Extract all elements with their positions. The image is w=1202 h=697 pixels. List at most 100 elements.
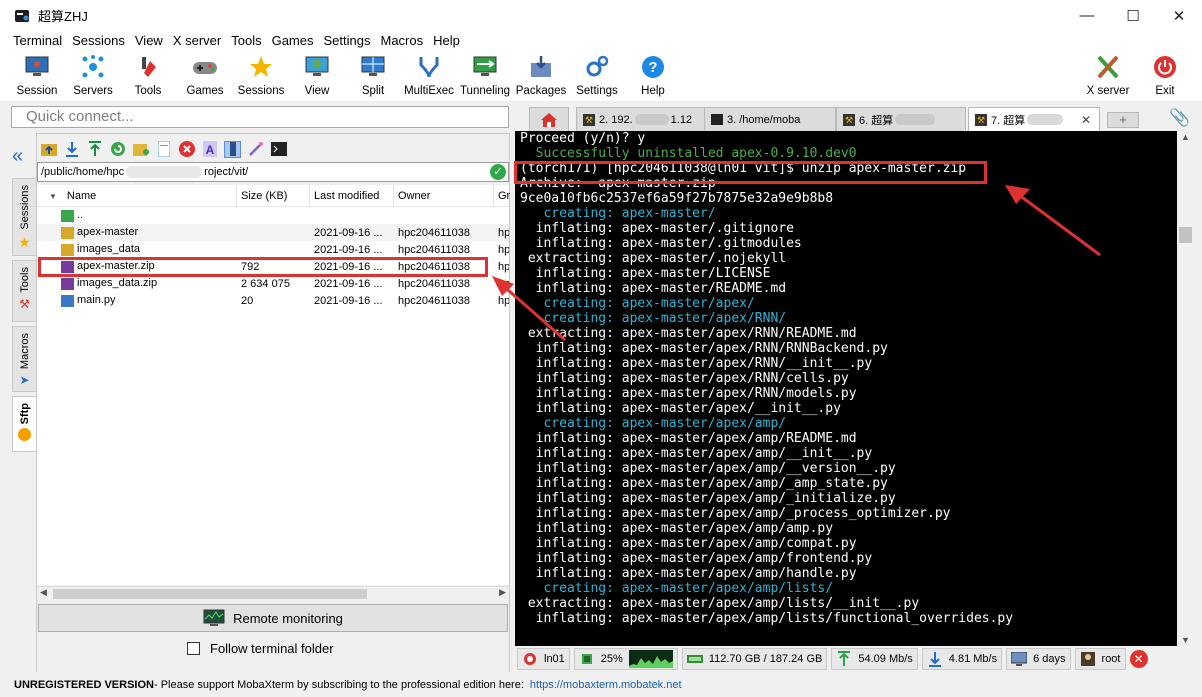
follow-folder-checkbox[interactable] bbox=[187, 642, 200, 655]
menu-games[interactable]: Games bbox=[267, 31, 319, 51]
menu-macros[interactable]: Macros bbox=[375, 31, 428, 51]
terminal-icon[interactable] bbox=[270, 141, 287, 158]
python-file-icon bbox=[61, 294, 74, 307]
menu-terminal[interactable]: Terminal bbox=[8, 31, 67, 51]
mobatek-link[interactable]: https://mobaxterm.mobatek.net bbox=[530, 679, 682, 691]
split-button[interactable]: Split bbox=[356, 51, 390, 101]
download-icon[interactable] bbox=[63, 141, 80, 158]
parent-folder-icon[interactable] bbox=[40, 141, 57, 158]
session-button[interactable]: Session bbox=[14, 51, 60, 101]
sftp-path-field[interactable]: /public/home/hpc roject/vit/ ✓ bbox=[37, 162, 509, 182]
terminal-line: inflating: apex-master/apex/RNN/models.p… bbox=[520, 386, 857, 401]
tab-macros[interactable]: Macros ➤ bbox=[12, 326, 36, 392]
col-owner[interactable]: Owner bbox=[394, 184, 494, 207]
highlight-unzip-command bbox=[514, 161, 987, 184]
path-go-icon[interactable]: ✓ bbox=[490, 164, 506, 180]
table-row[interactable]: main.py 20 2021-09-16 ... hpc204611038 hp bbox=[37, 292, 509, 309]
settings-button[interactable]: Settings bbox=[574, 51, 620, 101]
folder-icon bbox=[61, 226, 74, 239]
file-modified: 2021-09-16 ... bbox=[314, 294, 383, 307]
xserver-button[interactable]: X server bbox=[1086, 51, 1130, 101]
path-suffix: roject/vit/ bbox=[204, 166, 249, 178]
col-name[interactable]: ▼ Name bbox=[37, 184, 237, 207]
terminal-line: inflating: apex-master/apex/amp/__versio… bbox=[520, 461, 896, 476]
file-modified: 2021-09-16 ... bbox=[314, 226, 383, 239]
packages-button[interactable]: Packages bbox=[516, 51, 566, 101]
tools-button[interactable]: Tools bbox=[128, 51, 168, 101]
terminal-line: inflating: apex-master/apex/amp/_amp_sta… bbox=[520, 476, 888, 491]
tab-session-2[interactable]: ⚒ 2. 192. 1.12 bbox=[576, 107, 706, 131]
view-button[interactable]: View bbox=[298, 51, 336, 101]
terminal-scroll-thumb[interactable] bbox=[1179, 227, 1192, 243]
scroll-left-icon[interactable]: ◀ bbox=[40, 587, 47, 598]
svg-text:A: A bbox=[205, 143, 214, 157]
terminal-output[interactable]: Proceed (y/n)? y Successfully uninstalle… bbox=[515, 131, 1177, 646]
tab-tools[interactable]: Tools ⚒ bbox=[12, 260, 36, 322]
horizontal-scrollbar[interactable]: ◀ ▶ bbox=[37, 586, 509, 600]
refresh-icon[interactable] bbox=[109, 141, 126, 158]
delete-icon[interactable] bbox=[178, 141, 195, 158]
tunneling-button[interactable]: Tunneling bbox=[460, 51, 510, 101]
file-size: 2 634 075 bbox=[241, 277, 290, 290]
scroll-right-icon[interactable]: ▶ bbox=[499, 587, 506, 598]
tab-sessions[interactable]: Sessions ★ bbox=[12, 178, 36, 256]
path-prefix: /public/home/hpc bbox=[41, 166, 125, 178]
close-window-button[interactable]: ✕ bbox=[1156, 0, 1202, 31]
maximize-button[interactable]: ☐ bbox=[1110, 0, 1156, 31]
rename-icon[interactable]: A bbox=[201, 141, 218, 158]
menu-sessions[interactable]: Sessions bbox=[67, 31, 130, 51]
tab-redaction bbox=[634, 114, 669, 125]
table-row[interactable]: images_data 2021-09-16 ... hpc204611038 hp bbox=[37, 241, 509, 258]
exit-button[interactable]: Exit bbox=[1148, 51, 1182, 101]
scroll-up-icon[interactable]: ▲ bbox=[1181, 132, 1190, 142]
star-icon: ★ bbox=[18, 233, 31, 250]
sessions-button[interactable]: Sessions bbox=[238, 51, 284, 101]
menu-tools[interactable]: Tools bbox=[226, 31, 266, 51]
file-owner: hpc204611038 bbox=[398, 243, 470, 256]
servers-button[interactable]: Servers bbox=[70, 51, 116, 101]
terminal-tab-icon bbox=[711, 114, 723, 125]
col-group[interactable]: Gr bbox=[494, 185, 510, 207]
new-file-icon[interactable] bbox=[155, 141, 172, 158]
cpu-graph bbox=[628, 650, 673, 668]
quick-connect-input[interactable]: Quick connect... bbox=[11, 106, 509, 128]
terminal-scrollbar[interactable]: ▲ ▼ bbox=[1177, 131, 1194, 646]
tab-session-6[interactable]: ⚒ 6. 超算 bbox=[836, 107, 966, 131]
home-tab[interactable] bbox=[529, 107, 569, 131]
menu-view[interactable]: View bbox=[130, 31, 168, 51]
multiexec-button[interactable]: MultiExec bbox=[404, 51, 454, 101]
remote-monitoring-button[interactable]: Remote monitoring bbox=[38, 604, 508, 632]
permissions-icon[interactable] bbox=[224, 140, 241, 158]
close-tab-icon[interactable]: ✕ bbox=[1081, 113, 1091, 127]
attach-icon[interactable]: 📎 bbox=[1169, 108, 1190, 128]
menu-xserver[interactable]: X server bbox=[168, 31, 226, 51]
tab-session-3[interactable]: 3. /home/moba bbox=[704, 107, 836, 131]
file-group: hp bbox=[498, 294, 509, 307]
table-row[interactable]: .. bbox=[37, 207, 509, 224]
col-modified[interactable]: Last modified bbox=[310, 184, 394, 207]
new-folder-icon[interactable] bbox=[132, 141, 149, 158]
menu-help[interactable]: Help bbox=[428, 31, 465, 51]
minimize-button[interactable]: — bbox=[1064, 0, 1110, 31]
upload-icon[interactable] bbox=[86, 141, 103, 158]
new-tab-button[interactable]: + bbox=[1107, 112, 1139, 128]
tab-session-7[interactable]: ⚒ 7. 超算 ✕ bbox=[968, 107, 1100, 131]
open-with-icon[interactable] bbox=[247, 141, 264, 158]
tab-sftp[interactable]: Sftp bbox=[12, 396, 36, 452]
file-name: main.py bbox=[77, 294, 116, 307]
collapse-sidebar-icon[interactable]: « bbox=[12, 146, 23, 166]
folder-icon bbox=[61, 243, 74, 256]
terminal-line: inflating: apex-master/apex/amp/_initial… bbox=[520, 491, 896, 506]
tunneling-icon bbox=[472, 54, 498, 80]
table-row[interactable]: images_data.zip 2 634 075 2021-09-16 ... hp… bbox=[37, 275, 509, 292]
file-group: hp bbox=[498, 243, 509, 256]
menu-settings[interactable]: Settings bbox=[319, 31, 376, 51]
disconnect-icon[interactable]: ✕ bbox=[1129, 650, 1148, 668]
col-size[interactable]: Size (KB) bbox=[237, 184, 310, 207]
help-button[interactable]: ? Help bbox=[636, 51, 670, 101]
scroll-down-icon[interactable]: ▼ bbox=[1181, 635, 1190, 645]
scroll-thumb[interactable] bbox=[53, 589, 367, 599]
table-row[interactable]: apex-master 2021-09-16 ... hpc204611038 hp bbox=[37, 224, 509, 241]
follow-terminal-folder[interactable]: Follow terminal folder bbox=[187, 641, 334, 656]
games-button[interactable]: Games bbox=[184, 51, 226, 101]
